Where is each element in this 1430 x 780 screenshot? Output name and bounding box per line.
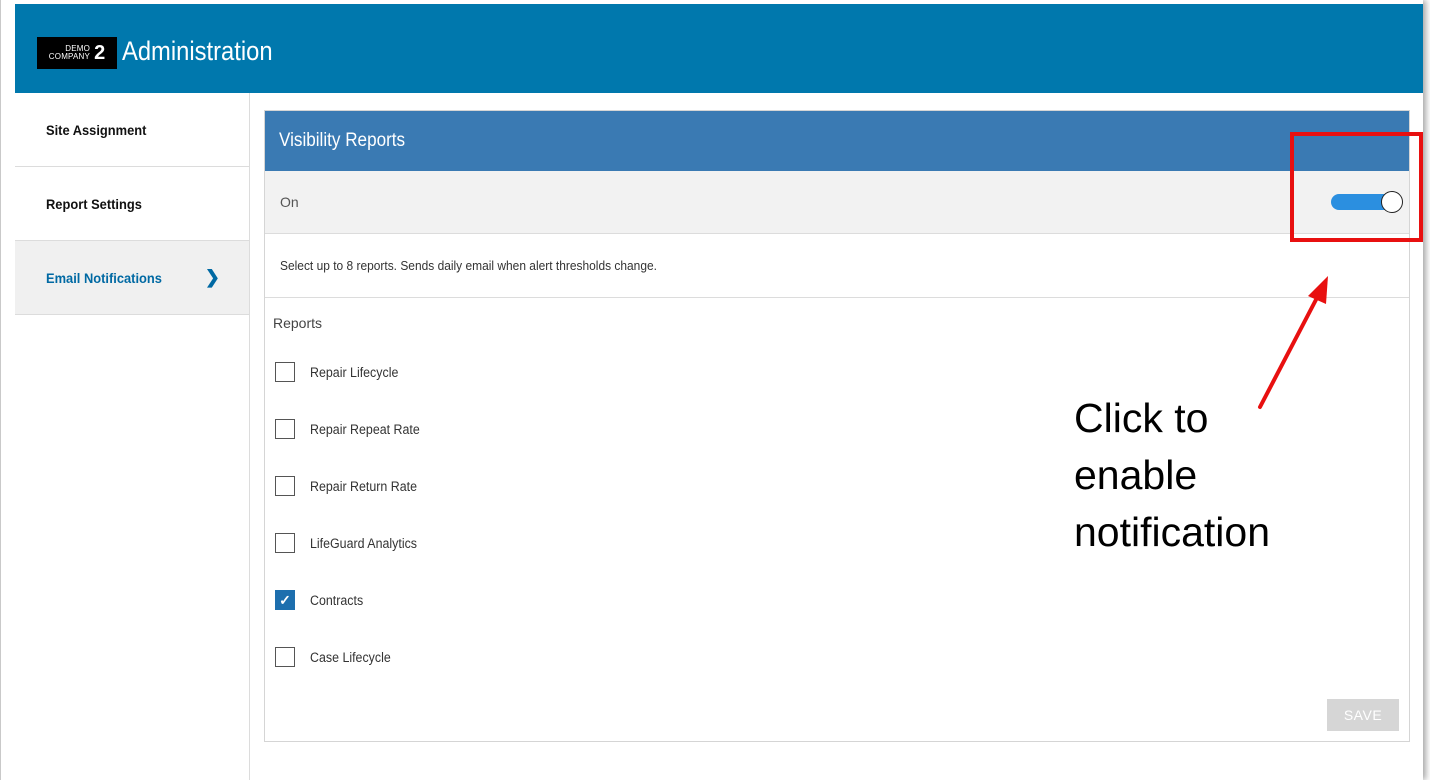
report-label: Case Lifecycle xyxy=(310,649,391,665)
check-icon: ✓ xyxy=(279,591,291,608)
report-label: Repair Repeat Rate xyxy=(310,421,420,437)
sidebar-item-report-settings[interactable]: Report Settings xyxy=(15,167,249,241)
notification-toggle[interactable] xyxy=(1331,191,1403,213)
report-label: Repair Return Rate xyxy=(310,478,418,494)
report-label: Contracts xyxy=(310,592,364,608)
reports-label: Reports xyxy=(273,315,323,331)
logo-text-bottom: COMPANY xyxy=(48,52,91,61)
company-logo[interactable]: DEMO COMPANY 2 xyxy=(37,37,117,69)
sidebar: Site Assignment Report Settings Email No… xyxy=(15,93,250,780)
logo-number: 2 xyxy=(94,42,106,64)
sidebar-item-label: Email Notifications xyxy=(46,269,162,286)
checkbox[interactable] xyxy=(275,533,295,553)
toggle-knob xyxy=(1381,191,1403,213)
toggle-status-label: On xyxy=(280,194,299,210)
report-label: Repair Lifecycle xyxy=(310,364,399,380)
panel-header: Visibility Reports xyxy=(265,111,1409,171)
report-checkbox-repair-lifecycle[interactable]: Repair Lifecycle xyxy=(275,360,406,384)
report-checkbox-contracts[interactable]: ✓ Contracts xyxy=(275,588,368,612)
report-checkbox-lifeguard-analytics[interactable]: LifeGuard Analytics xyxy=(275,531,426,555)
annotation-text: Click to enable notification xyxy=(1074,395,1271,555)
report-checkbox-repair-repeat-rate[interactable]: Repair Repeat Rate xyxy=(275,417,429,441)
report-label: LifeGuard Analytics xyxy=(310,535,418,551)
sidebar-item-label: Report Settings xyxy=(46,195,142,212)
page-title: Administration xyxy=(122,36,273,66)
panel-title: Visibility Reports xyxy=(279,130,406,151)
sidebar-item-label: Site Assignment xyxy=(46,121,147,138)
description-row: Select up to 8 reports. Sends daily emai… xyxy=(265,234,1409,298)
checkbox[interactable] xyxy=(275,476,295,496)
report-checkbox-case-lifecycle[interactable]: Case Lifecycle xyxy=(275,645,398,669)
checkbox[interactable] xyxy=(275,647,295,667)
panel-description: Select up to 8 reports. Sends daily emai… xyxy=(280,258,657,273)
sidebar-item-site-assignment[interactable]: Site Assignment xyxy=(15,93,249,167)
app-header: DEMO COMPANY 2 Administration xyxy=(15,4,1423,93)
checkbox-checked[interactable]: ✓ xyxy=(275,590,295,610)
checkbox[interactable] xyxy=(275,419,295,439)
notification-toggle-row: On xyxy=(265,171,1409,234)
chevron-right-icon: ❯ xyxy=(204,267,220,287)
checkbox[interactable] xyxy=(275,362,295,382)
save-button[interactable]: SAVE xyxy=(1327,699,1399,731)
logo-text: DEMO COMPANY xyxy=(49,45,90,61)
report-checkbox-repair-return-rate[interactable]: Repair Return Rate xyxy=(275,474,426,498)
sidebar-item-email-notifications[interactable]: Email Notifications ❯ xyxy=(15,241,249,315)
